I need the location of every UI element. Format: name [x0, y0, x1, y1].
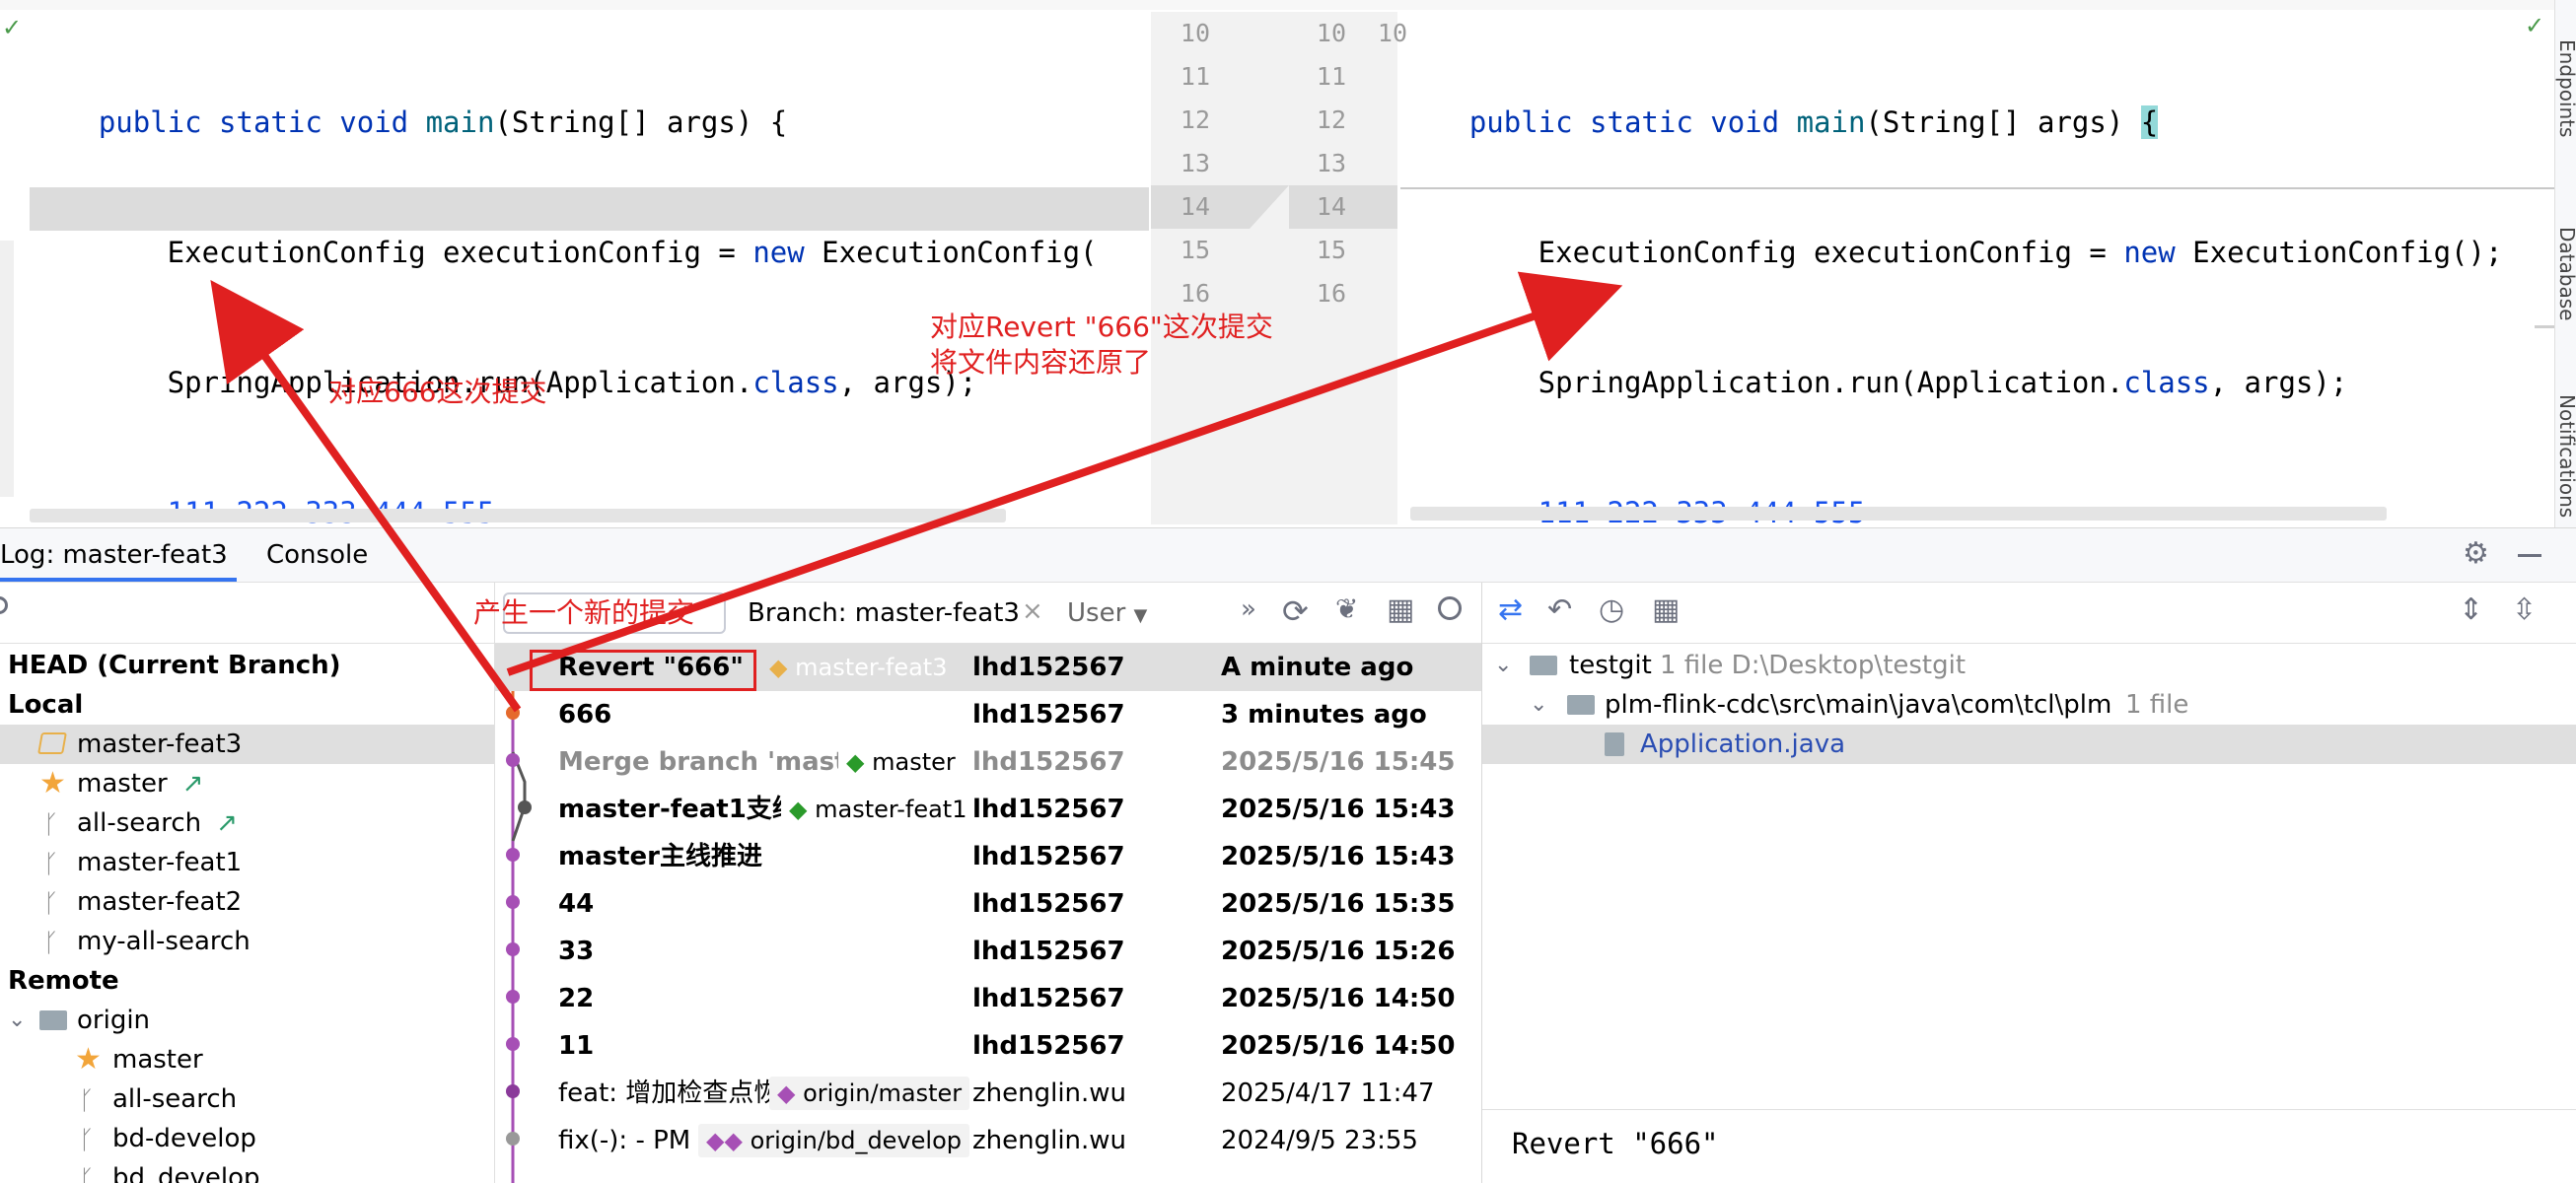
annotation-revert-line1: 对应Revert "666"这次提交: [930, 311, 1273, 343]
annotation-arrows: [210, 271, 1623, 713]
annotation-666: 对应666这次提交: [328, 376, 547, 408]
annotation-new-commit: 产生一个新的提交: [473, 596, 695, 629]
annotation-revert: 对应Revert "666"这次提交 将文件内容还原了: [930, 310, 1273, 381]
annotation-revert-line2: 将文件内容还原了: [930, 346, 1152, 379]
